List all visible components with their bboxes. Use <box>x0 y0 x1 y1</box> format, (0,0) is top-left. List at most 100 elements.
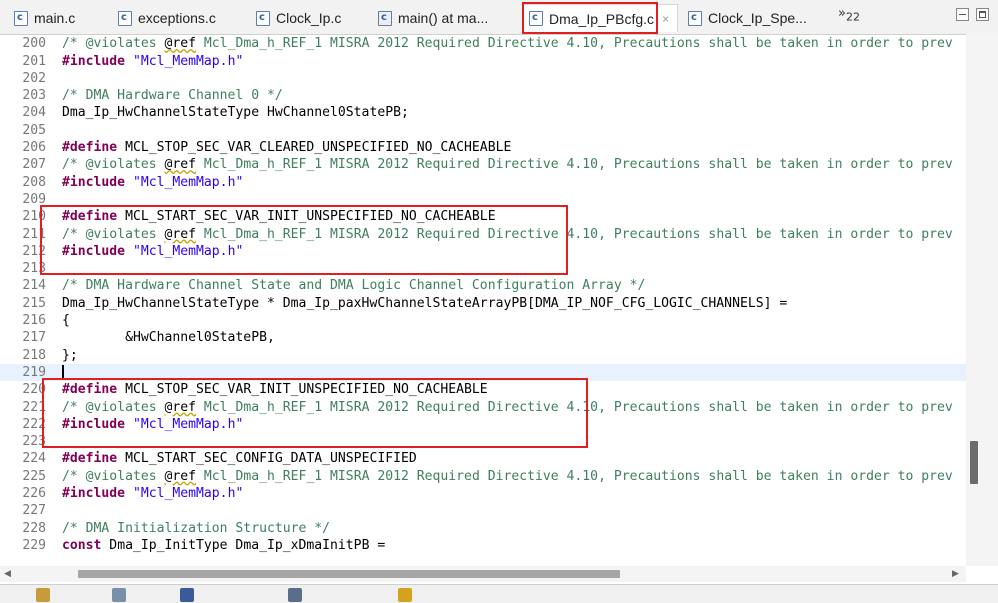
highlight-box-init-stop <box>42 378 588 448</box>
code-line[interactable]: 205 <box>0 122 966 139</box>
code-editor[interactable]: 199#define MCL_START_SEC_VAR_CLEARED_UNS… <box>0 34 966 566</box>
editor-tab-bar: c main.c c exceptions.c c Clock_Ip.c c m… <box>0 0 998 35</box>
highlight-box-active-tab <box>522 2 658 34</box>
code-line[interactable]: 216 { <box>0 312 966 329</box>
line-code: /* @violates @ref Mcl_Dma_h_REF_1 MISRA … <box>62 156 953 173</box>
code-token: Mcl_Dma_h_REF_1 MISRA 2012 Required Dire… <box>196 468 953 484</box>
bottom-view-tab[interactable] <box>398 588 418 603</box>
bottom-view-tab[interactable] <box>36 588 56 603</box>
code-token: #define <box>62 451 118 467</box>
line-number: 229 <box>22 537 46 553</box>
highlight-box-init-start <box>40 205 568 275</box>
code-token: /* DMA Hardware Channel 0 */ <box>62 88 283 104</box>
code-line[interactable]: 224 #define MCL_START_SEC_CONFIG_DATA_UNS… <box>0 450 966 467</box>
line-number: 219 <box>22 364 46 380</box>
horizontal-scrollbar-thumb[interactable] <box>78 570 620 578</box>
code-line[interactable]: 227 <box>0 502 966 519</box>
code-line[interactable]: 215 Dma_Ip_HwChannelStateType * Dma_Ip_pa… <box>0 295 966 312</box>
line-code: Dma_Ip_HwChannelStateType * Dma_Ip_paxHw… <box>62 295 787 312</box>
code-line[interactable]: 218}; <box>0 347 966 364</box>
scroll-right-icon[interactable]: ▶ <box>952 566 959 582</box>
line-number: 227 <box>22 503 46 519</box>
line-code: /* DMA Hardware Channel 0 */ <box>62 87 283 104</box>
line-code: #include "Mcl_MemMap.h" <box>62 485 243 502</box>
line-number: 225 <box>22 468 46 484</box>
code-line[interactable]: 217 &HwChannel0StatePB, <box>0 329 966 346</box>
console-icon <box>180 588 194 602</box>
minimize-icon[interactable] <box>956 8 969 21</box>
hidden-tab-count: 22 <box>845 10 860 24</box>
code-token: /* @violates <box>62 36 165 52</box>
tab-clock-ip-c[interactable]: c Clock_Ip.c <box>252 4 366 32</box>
search-icon <box>398 588 412 602</box>
line-code: #define MCL_START_SEC_CONFIG_DATA_UNSPEC… <box>62 450 417 467</box>
code-line[interactable]: 202 <box>0 70 966 87</box>
bottom-view-tab[interactable] <box>112 588 132 603</box>
properties-icon <box>288 588 302 602</box>
code-token: /* @violates <box>62 468 165 484</box>
code-token: /* DMA Initialization Structure */ <box>62 520 331 536</box>
tasks-icon <box>112 588 126 602</box>
line-number: 222 <box>22 416 46 432</box>
code-token: Dma_Ip_InitType Dma_Ip_xDmaInitPB = <box>101 537 386 553</box>
bottom-view-tab[interactable] <box>288 588 308 603</box>
scroll-left-icon[interactable]: ◀ <box>4 566 11 582</box>
code-token: Mcl_Dma_h_REF_1 MISRA 2012 Required Dire… <box>196 36 953 52</box>
tab-clock-ip-spe[interactable]: c Clock_Ip_Spe... <box>684 4 824 32</box>
code-token: "Mcl_MemMap.h" <box>132 53 244 69</box>
line-code: &HwChannel0StatePB, <box>62 329 275 346</box>
tab-exceptions-c[interactable]: c exceptions.c <box>114 4 240 32</box>
line-code: /* DMA Hardware Channel State and DMA Lo… <box>62 277 645 294</box>
code-line[interactable]: 204 Dma_Ip_HwChannelStateType HwChannel0S… <box>0 104 966 121</box>
bottom-view-tab[interactable] <box>180 588 200 603</box>
line-number: 204 <box>22 105 46 121</box>
code-token: MCL_STOP_SEC_VAR_CLEARED_UNSPECIFIED_NO_… <box>117 140 512 156</box>
close-icon[interactable]: × <box>662 12 669 26</box>
c-file-icon: c <box>118 10 132 26</box>
code-token: #define <box>62 140 118 156</box>
maximize-icon[interactable] <box>976 8 989 21</box>
line-code: Dma_Ip_HwChannelStateType HwChannel0Stat… <box>62 104 409 121</box>
tab-main-c[interactable]: c main.c <box>10 4 102 32</box>
code-token: #include <box>62 486 126 502</box>
code-token: /* @violates <box>62 157 165 173</box>
line-code: /* DMA Initialization Structure */ <box>62 520 330 537</box>
tab-main-at-main[interactable]: c main() at ma... <box>374 4 516 32</box>
line-number: 226 <box>22 486 46 502</box>
code-line[interactable]: 214 /* DMA Hardware Channel State and DMA… <box>0 277 966 294</box>
code-token: "Mcl_MemMap.h" <box>132 486 244 502</box>
code-line[interactable]: 207 /* @violates @ref Mcl_Dma_h_REF_1 MIS… <box>0 156 966 173</box>
code-token: @ref <box>164 468 197 484</box>
vertical-scrollbar[interactable] <box>966 34 998 566</box>
code-line[interactable]: 229 const Dma_Ip_InitType Dma_Ip_xDmaInit… <box>0 537 966 554</box>
line-code: /* @violates @ref Mcl_Dma_h_REF_1 MISRA … <box>62 468 953 485</box>
code-token: @ref <box>164 36 197 52</box>
line-number: 201 <box>22 53 46 69</box>
code-line[interactable]: 206 #define MCL_STOP_SEC_VAR_CLEARED_UNSP… <box>0 139 966 156</box>
code-line[interactable]: 201 #include "Mcl_MemMap.h" <box>0 53 966 70</box>
code-line[interactable]: 228 /* DMA Initialization Structure */ <box>0 520 966 537</box>
line-number: 216 <box>22 313 46 329</box>
code-line[interactable]: 225 /* @violates @ref Mcl_Dma_h_REF_1 MIS… <box>0 468 966 485</box>
code-line[interactable]: 226 #include "Mcl_MemMap.h" <box>0 485 966 502</box>
tab-label: Clock_Ip_Spe... <box>708 10 807 26</box>
code-line[interactable]: 200 /* @violates @ref Mcl_Dma_h_REF_1 MIS… <box>0 35 966 52</box>
tab-label: exceptions.c <box>138 10 216 26</box>
vertical-scrollbar-thumb[interactable] <box>970 441 978 484</box>
tab-label: main.c <box>34 10 76 26</box>
line-number: 200 <box>22 36 46 52</box>
code-token: #include <box>62 53 126 69</box>
line-number: 217 <box>22 330 46 346</box>
line-code: /* @violates @ref Mcl_Dma_h_REF_1 MISRA … <box>62 35 953 52</box>
line-number: 207 <box>22 157 46 173</box>
code-token: }; <box>62 347 78 363</box>
code-line[interactable]: 203 /* DMA Hardware Channel 0 */ <box>0 87 966 104</box>
code-line[interactable]: 208 #include "Mcl_MemMap.h" <box>0 174 966 191</box>
code-token: Dma_Ip_HwChannelStateType * Dma_Ip_paxHw… <box>62 295 788 311</box>
tab-label: Clock_Ip.c <box>276 10 342 26</box>
line-code: #include "Mcl_MemMap.h" <box>62 53 243 70</box>
line-number: 206 <box>22 140 46 156</box>
chevron-double-right-icon: » <box>838 6 846 21</box>
tab-overflow-button[interactable]: »22 <box>838 6 860 24</box>
